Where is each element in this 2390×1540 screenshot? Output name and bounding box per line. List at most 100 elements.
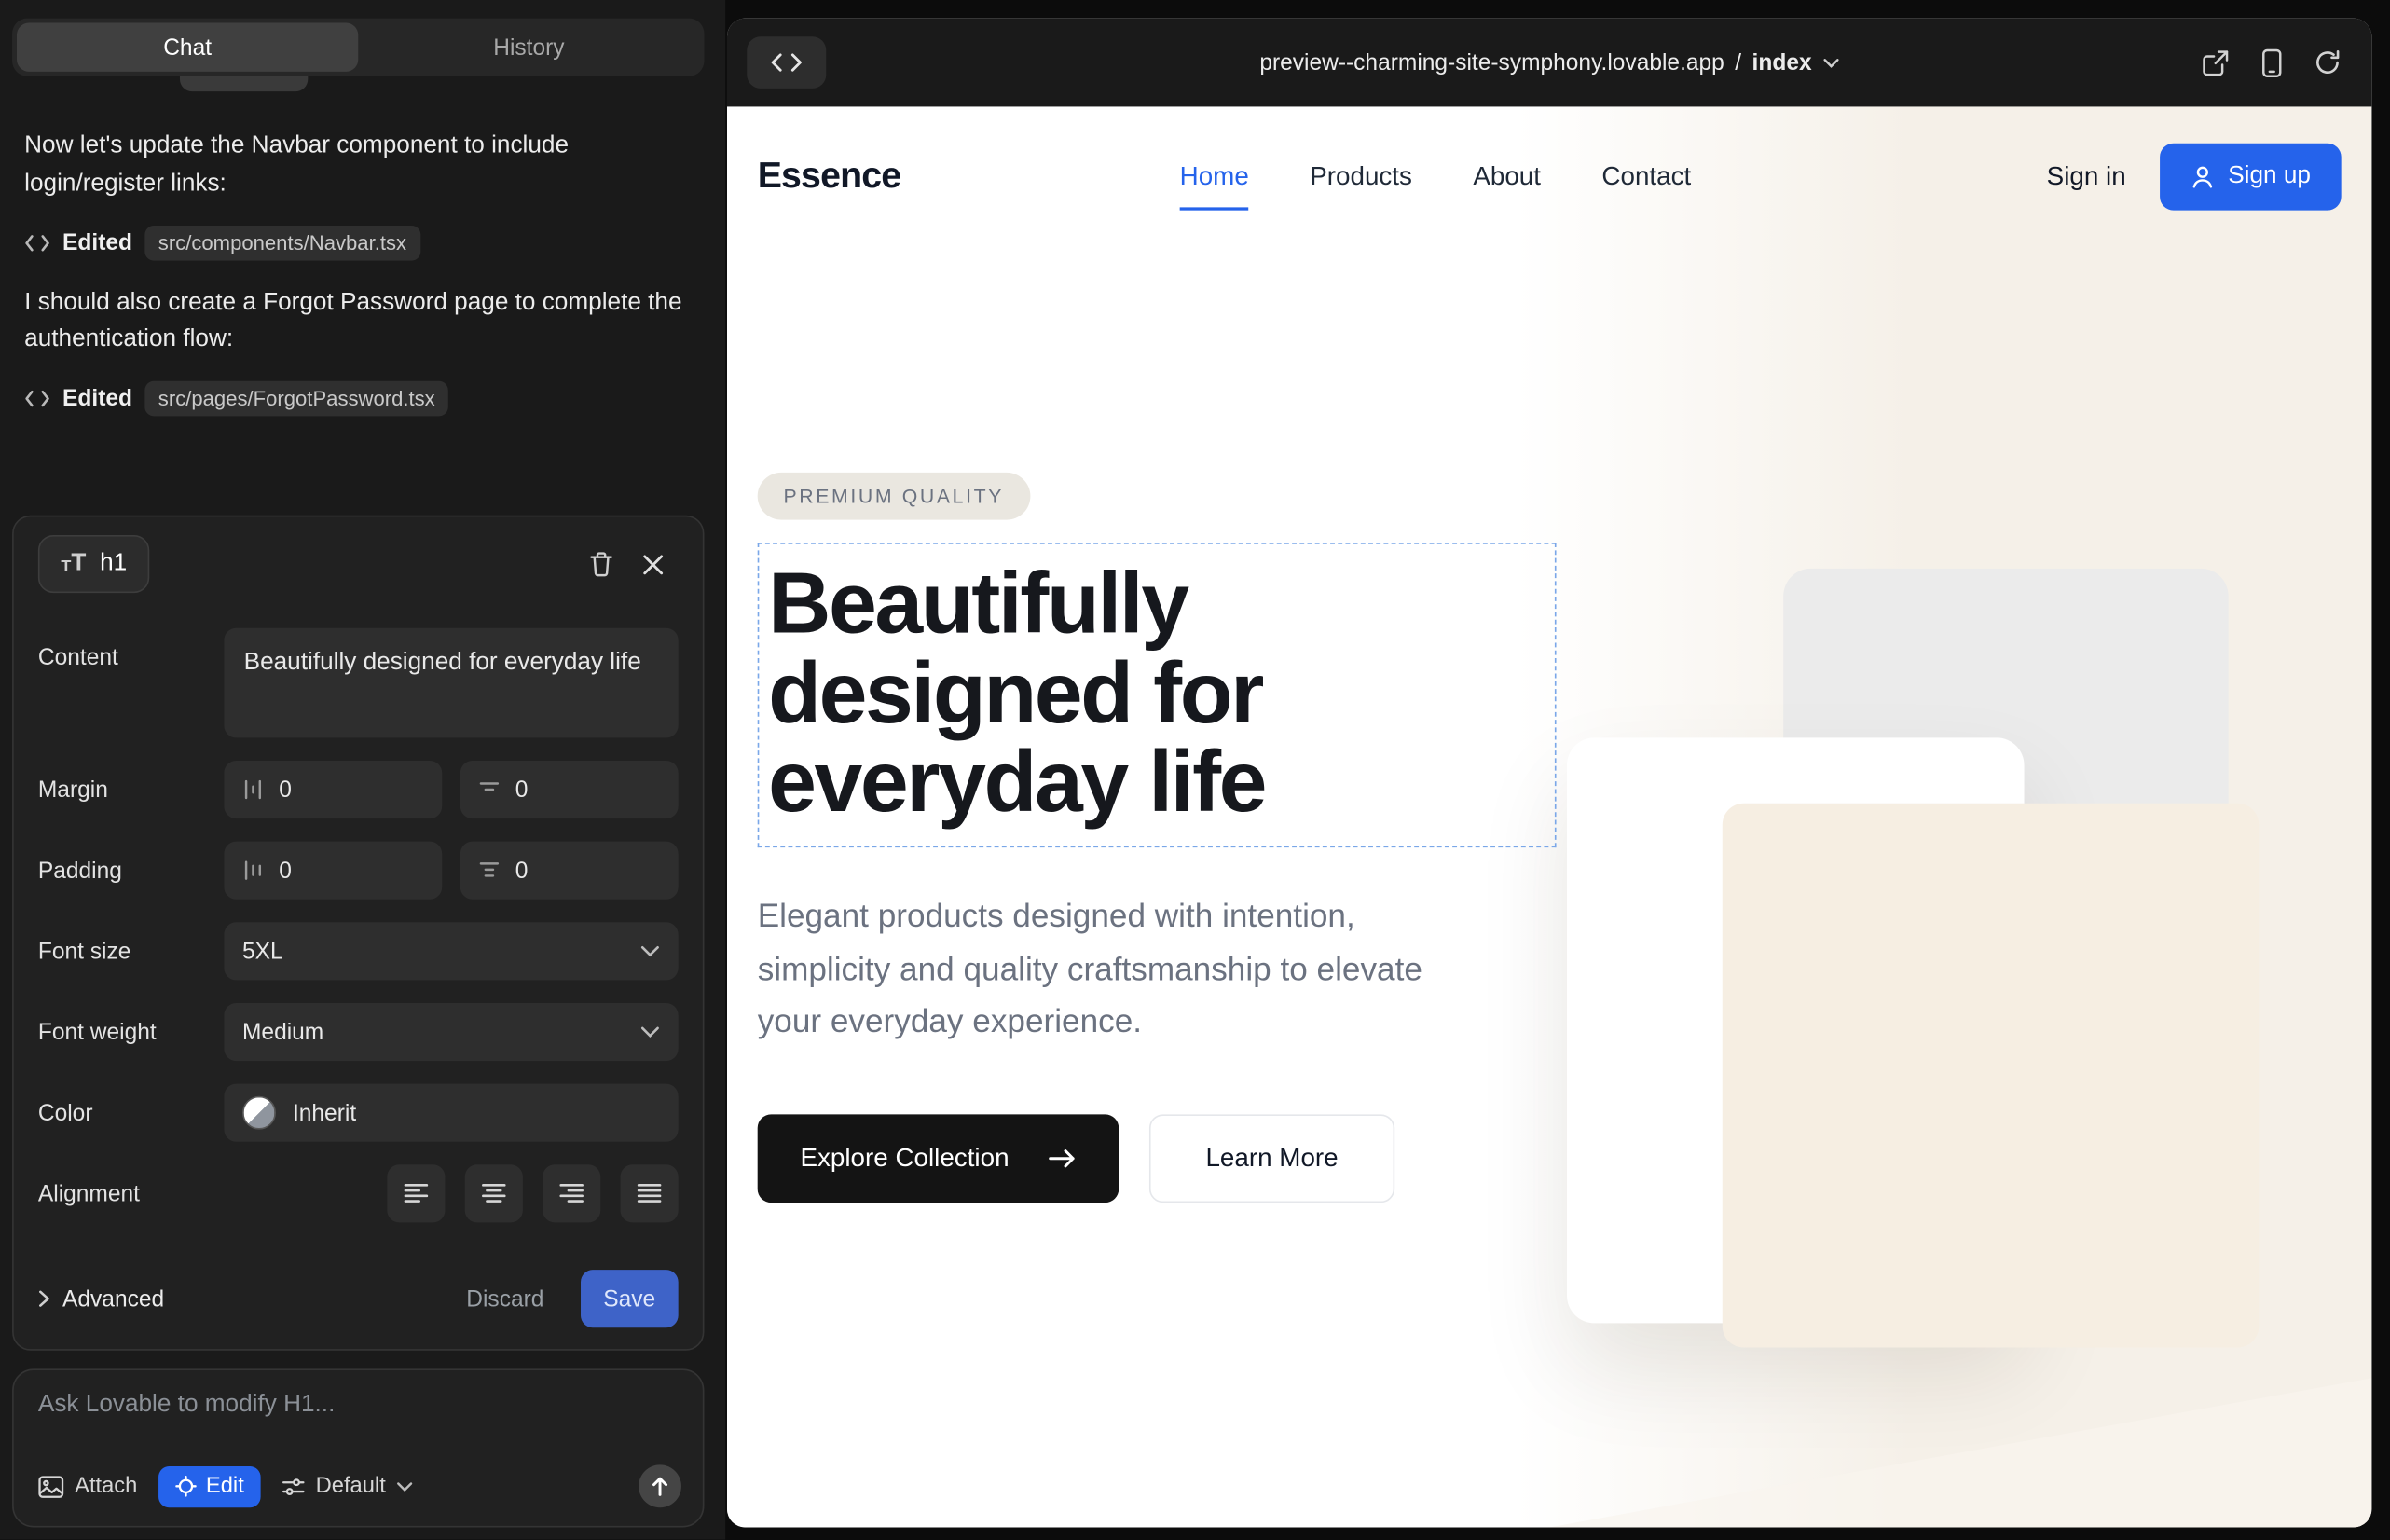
topbar-actions bbox=[2201, 48, 2341, 77]
content-label: Content bbox=[38, 628, 224, 671]
editor-footer: Advanced Discard Save bbox=[38, 1270, 679, 1327]
color-label: Color bbox=[38, 1100, 224, 1126]
composer-input[interactable]: Ask Lovable to modify H1... bbox=[38, 1392, 681, 1419]
file-badge[interactable]: src/components/Navbar.tsx bbox=[144, 225, 420, 260]
align-right-button[interactable] bbox=[543, 1164, 600, 1222]
chat-message: I should also create a Forgot Password p… bbox=[24, 284, 682, 360]
text-style-icon: TT bbox=[61, 552, 86, 576]
code-icon bbox=[24, 233, 50, 253]
chat-composer: Ask Lovable to modify H1... Attach Edit bbox=[12, 1368, 704, 1527]
preview-path: index bbox=[1752, 49, 1812, 76]
font-size-label: Font size bbox=[38, 938, 224, 964]
composer-toolbar: Attach Edit Default bbox=[38, 1464, 681, 1507]
font-weight-value: Medium bbox=[242, 1019, 323, 1045]
cta-row: Explore Collection Learn More bbox=[758, 1115, 1550, 1203]
font-size-select[interactable]: 5XL bbox=[224, 922, 678, 980]
align-left-icon bbox=[404, 1183, 428, 1204]
align-center-button[interactable] bbox=[465, 1164, 523, 1222]
nav-link-products[interactable]: Products bbox=[1310, 161, 1412, 192]
trash-icon bbox=[587, 550, 613, 577]
margin-x-input[interactable]: 0 bbox=[224, 761, 442, 818]
hero-heading[interactable]: Beautifully designed for everyday life bbox=[768, 559, 1548, 828]
refresh-button[interactable] bbox=[2314, 48, 2341, 76]
tab-chat[interactable]: Chat bbox=[17, 23, 358, 72]
tab-history[interactable]: History bbox=[358, 23, 699, 72]
padding-y-value: 0 bbox=[515, 858, 529, 884]
chat-message: Now let's update the Navbar component to… bbox=[24, 128, 682, 203]
hero-paragraph: Elegant products designed with intention… bbox=[758, 890, 1490, 1048]
chat-thread: Now let's update the Navbar component to… bbox=[24, 128, 682, 441]
color-value: Inherit bbox=[293, 1100, 356, 1126]
save-button[interactable]: Save bbox=[581, 1270, 679, 1327]
panel-tabs: Chat History bbox=[12, 19, 704, 76]
open-external-button[interactable] bbox=[2201, 48, 2230, 77]
margin-y-value: 0 bbox=[515, 777, 529, 803]
padding-label: Padding bbox=[38, 858, 224, 884]
padding-x-icon bbox=[242, 859, 264, 881]
font-weight-select[interactable]: Medium bbox=[224, 1003, 678, 1061]
margin-y-input[interactable]: 0 bbox=[460, 761, 679, 818]
nav-link-about[interactable]: About bbox=[1473, 161, 1541, 192]
nav-link-home[interactable]: Home bbox=[1180, 161, 1249, 192]
chevron-right-icon bbox=[38, 1289, 50, 1308]
padding-x-value: 0 bbox=[279, 858, 292, 884]
alignment-label: Alignment bbox=[38, 1180, 224, 1206]
alignment-row: Alignment bbox=[38, 1164, 679, 1222]
content-input[interactable]: Beautifully designed for everyday life bbox=[224, 628, 678, 738]
edited-file-row[interactable]: Edited src/pages/ForgotPassword.tsx bbox=[24, 381, 682, 417]
padding-x-input[interactable]: 0 bbox=[224, 842, 442, 900]
code-view-toggle[interactable] bbox=[747, 36, 826, 89]
preview-area: preview--charming-site-symphony.lovable.… bbox=[725, 0, 2390, 1540]
arrow-right-icon bbox=[1049, 1148, 1076, 1170]
padding-y-input[interactable]: 0 bbox=[460, 842, 679, 900]
edit-mode-button[interactable]: Edit bbox=[158, 1465, 261, 1506]
edit-label: Edit bbox=[206, 1474, 244, 1498]
font-size-row: Font size 5XL bbox=[38, 922, 679, 980]
element-tag-pill[interactable]: TT h1 bbox=[38, 535, 150, 593]
preview-topbar: preview--charming-site-symphony.lovable.… bbox=[727, 19, 2371, 107]
preview-url-bar[interactable]: preview--charming-site-symphony.lovable.… bbox=[1259, 49, 1839, 76]
edited-file-row[interactable]: Edited src/components/Navbar.tsx bbox=[24, 225, 682, 260]
color-row: Color Inherit bbox=[38, 1084, 679, 1142]
delete-element-button[interactable] bbox=[574, 538, 626, 590]
color-select[interactable]: Inherit bbox=[224, 1084, 678, 1142]
image-icon bbox=[38, 1475, 64, 1498]
advanced-toggle[interactable]: Advanced bbox=[38, 1286, 164, 1312]
attach-button[interactable]: Attach bbox=[38, 1474, 137, 1498]
close-editor-button[interactable] bbox=[626, 538, 679, 590]
padding-row: Padding 0 0 bbox=[38, 842, 679, 900]
auth-actions: Sign in Sign up bbox=[2047, 144, 2342, 211]
site-navbar: Essence Home Products About Contact Sign… bbox=[727, 106, 2371, 246]
sliders-icon bbox=[282, 1477, 306, 1496]
content-row: Content Beautifully designed for everyda… bbox=[38, 628, 679, 738]
edited-label: Edited bbox=[62, 386, 132, 412]
discard-button[interactable]: Discard bbox=[466, 1286, 543, 1312]
margin-y-icon bbox=[478, 779, 500, 801]
advanced-label: Advanced bbox=[62, 1286, 164, 1312]
selected-element-outline[interactable]: Beautifully designed for everyday life bbox=[758, 543, 1557, 847]
send-button[interactable] bbox=[639, 1464, 681, 1507]
screen: Chat History Now let's update the Navbar… bbox=[0, 0, 2390, 1540]
align-left-button[interactable] bbox=[387, 1164, 445, 1222]
sign-up-label: Sign up bbox=[2228, 163, 2311, 190]
learn-more-button[interactable]: Learn More bbox=[1149, 1115, 1394, 1203]
align-center-icon bbox=[482, 1183, 506, 1204]
code-icon bbox=[24, 389, 50, 408]
font-weight-label: Font weight bbox=[38, 1019, 224, 1045]
mobile-view-button[interactable] bbox=[2262, 48, 2282, 77]
element-editor: TT h1 Content Beautifull bbox=[12, 516, 704, 1351]
element-tag: h1 bbox=[100, 550, 127, 577]
sign-in-link[interactable]: Sign in bbox=[2047, 161, 2126, 192]
chevron-down-icon bbox=[640, 1025, 660, 1038]
margin-x-value: 0 bbox=[279, 777, 292, 803]
align-justify-button[interactable] bbox=[621, 1164, 679, 1222]
explore-collection-button[interactable]: Explore Collection bbox=[758, 1115, 1119, 1203]
sign-up-button[interactable]: Sign up bbox=[2160, 144, 2342, 211]
file-badge[interactable]: src/pages/ForgotPassword.tsx bbox=[144, 381, 448, 417]
nav-link-contact[interactable]: Contact bbox=[1601, 161, 1691, 192]
attach-label: Attach bbox=[75, 1474, 137, 1498]
model-selector[interactable]: Default bbox=[282, 1474, 414, 1498]
color-swatch bbox=[242, 1096, 276, 1130]
site-logo[interactable]: Essence bbox=[758, 156, 1180, 199]
site-canvas: Essence Home Products About Contact Sign… bbox=[727, 106, 2371, 1527]
